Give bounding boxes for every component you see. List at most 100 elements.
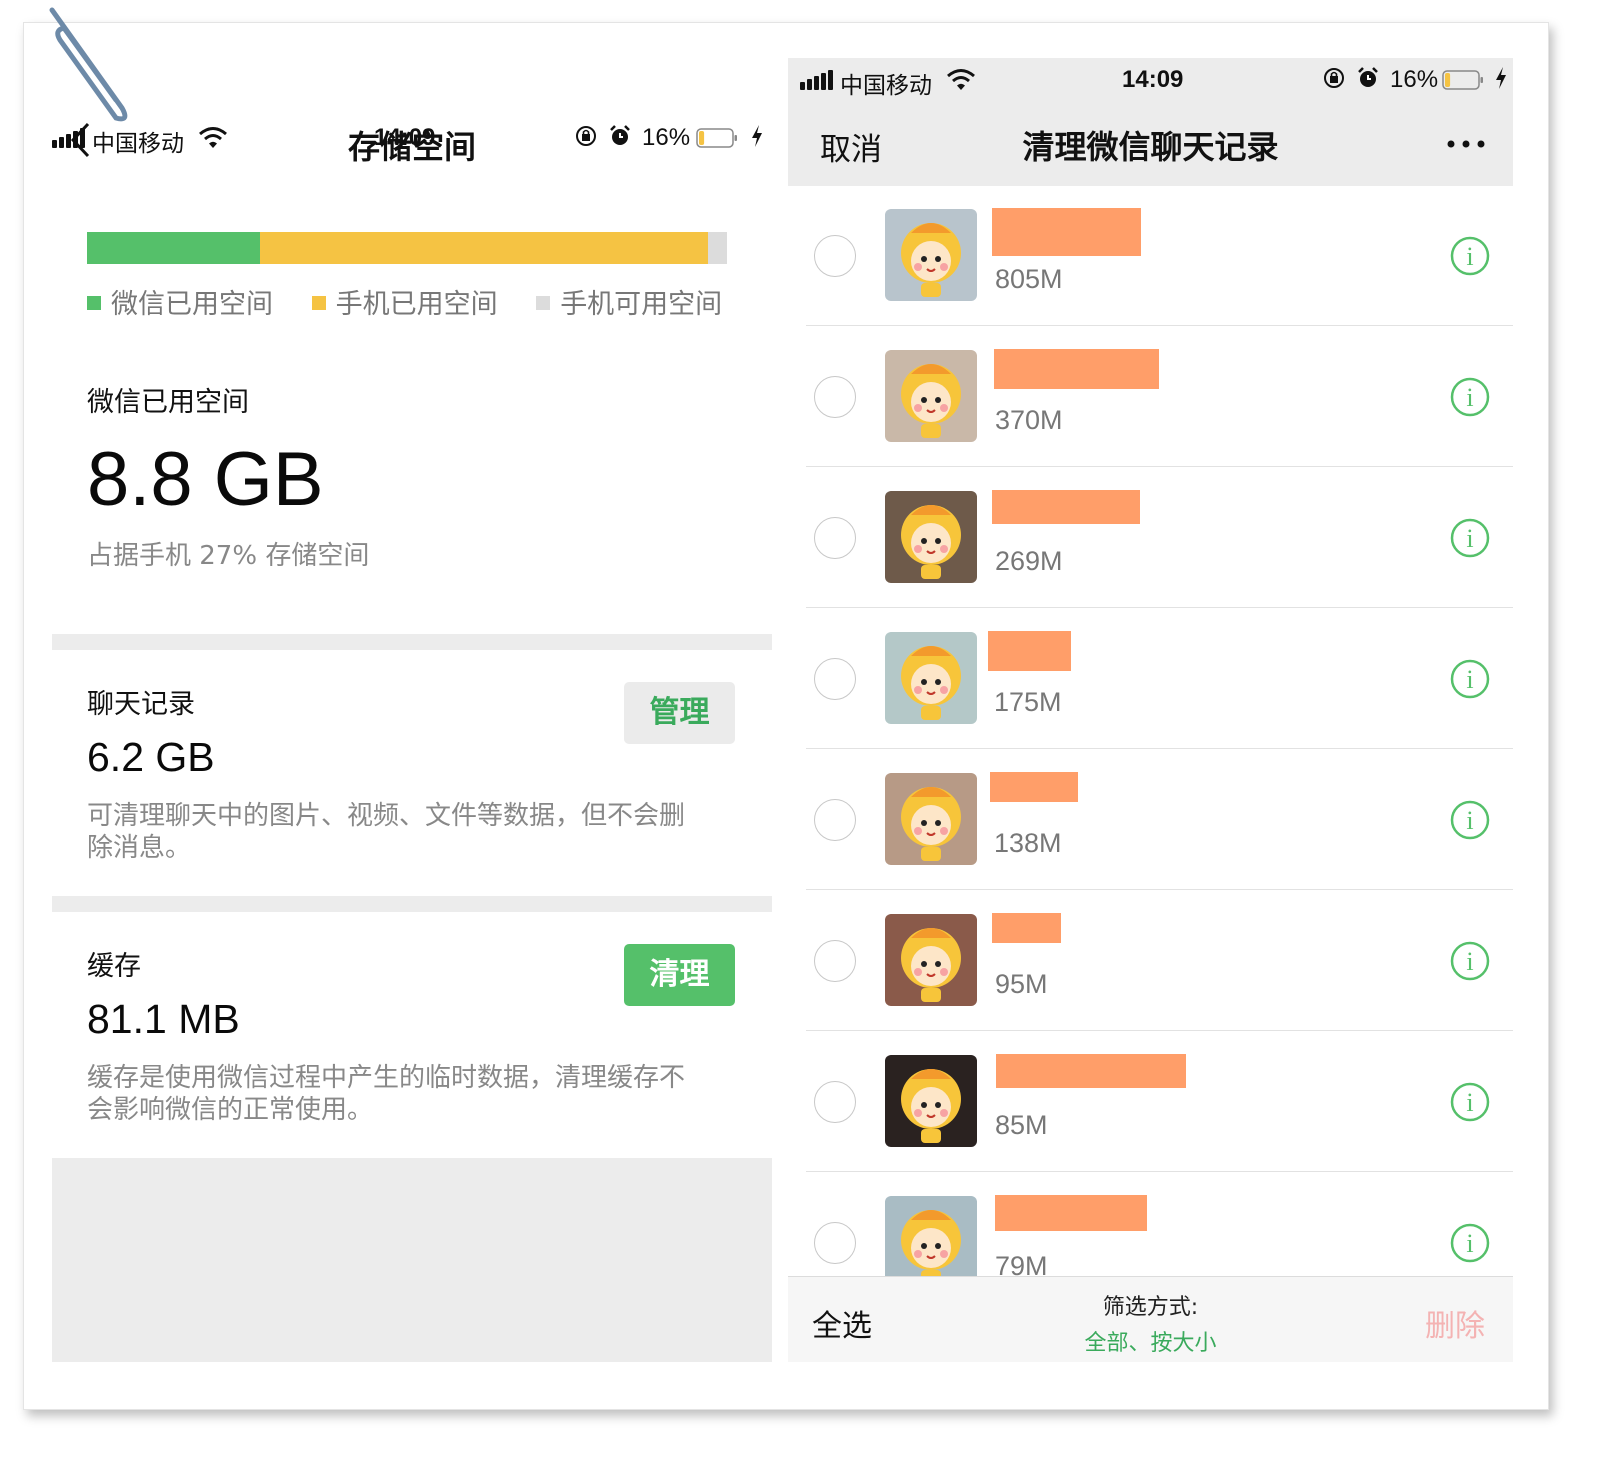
select-radio[interactable] [814,376,856,418]
manage-button[interactable]: 管理 [624,682,735,744]
redacted-chat-name [994,349,1159,389]
storage-usage-bar [87,232,727,264]
svg-text:i: i [1466,947,1473,976]
svg-text:i: i [1466,383,1473,412]
legend-item-phone-used: 手机已用空间 [311,282,498,321]
cache-label: 缓存 [87,951,141,982]
select-radio[interactable] [814,799,856,841]
legend-swatch [87,295,101,310]
wechat-used-value: 8.8 GB [87,437,324,522]
chat-row[interactable]: 269M i [788,468,1513,608]
select-radio[interactable] [814,658,856,700]
chat-records-label: 聊天记录 [87,689,195,720]
select-radio[interactable] [814,940,856,982]
avatar [885,209,977,301]
filter-value[interactable]: 全部、按大小 [788,1325,1513,1357]
select-radio[interactable] [814,1081,856,1123]
select-radio[interactable] [814,235,856,277]
info-icon[interactable]: i [1450,659,1490,699]
info-icon[interactable]: i [1450,236,1490,276]
alarm-icon [1358,67,1378,87]
wifi-icon [947,69,975,90]
chat-size: 95M [995,969,1048,999]
info-icon[interactable]: i [1450,1082,1490,1122]
chat-records-desc: 可清理聊天中的图片、视频、文件等数据，但不会删除消息。 [87,801,686,863]
phone-free-segment [707,232,727,264]
svg-text:i: i [1466,1229,1473,1258]
chat-row[interactable]: 85M i [788,1032,1513,1172]
chat-row[interactable]: 95M i [788,891,1513,1031]
redacted-chat-name [988,631,1071,671]
battery-icon [1442,70,1483,90]
info-icon[interactable]: i [1450,377,1490,417]
chat-row[interactable]: 175M i [788,609,1513,749]
page-title: 存储空间 [347,128,476,166]
redacted-chat-name [992,913,1061,943]
chat-records-size: 6.2 GB [87,734,215,780]
legend-item-phone-free: 手机可用空间 [536,282,722,321]
select-radio[interactable] [814,517,856,559]
legend-item-wechat: 微信已用空间 [87,282,273,321]
clock: 14:09 [1122,66,1184,93]
row-separator [806,1171,1513,1172]
row-separator [806,607,1513,608]
redacted-chat-name [992,208,1141,256]
wechat-used-segment [87,232,260,264]
chat-size: 805M [995,264,1063,294]
clean-cache-button[interactable]: 清理 [624,944,735,1006]
wechat-used-note: 占据手机 27% 存储空间 [87,541,370,571]
row-separator [806,325,1513,326]
avatar [885,1055,977,1147]
chat-size: 370M [995,405,1063,435]
info-icon[interactable]: i [1450,800,1490,840]
chat-row[interactable]: 805M i [788,186,1513,326]
legend-swatch [311,295,326,310]
legend-swatch [536,295,551,310]
svg-text:i: i [1466,665,1473,694]
row-separator [806,466,1513,467]
status-bar: 中国移动 14:09 16% [800,60,1510,102]
svg-text:i: i [1466,1088,1473,1117]
delete-button[interactable]: 删除 [1425,1301,1485,1345]
bottom-toolbar: 全选 筛选方式: 全部、按大小 删除 [788,1276,1513,1362]
row-separator [806,748,1513,749]
info-icon[interactable]: i [1450,518,1490,558]
row-separator [806,889,1513,890]
charging-icon [1496,67,1506,89]
storage-screen: 中国移动 14:09 16% 存储空间 微信已用空间 手机已用空间 手机可用空间… [52,58,772,1362]
cache-size: 81.1 MB [87,996,240,1042]
chat-row[interactable]: 370M i [788,327,1513,467]
chat-row[interactable]: 138M i [788,750,1513,890]
chat-size: 269M [995,546,1063,576]
chat-size: 85M [995,1110,1048,1140]
avatar [885,491,977,583]
avatar [885,773,977,865]
carrier-label: 中国移动 [840,73,932,99]
more-options-icon[interactable] [1446,138,1486,150]
page-title: 清理微信聊天记录 [1022,128,1279,166]
section-divider [52,896,772,912]
chat-size: 138M [994,828,1062,858]
chat-size: 175M [994,687,1062,717]
section-divider [52,634,772,650]
info-icon[interactable]: i [1450,941,1490,981]
storage-legend: 微信已用空间 手机已用空间 手机可用空间 [87,282,722,322]
redacted-chat-name [990,772,1078,802]
filter-control: 筛选方式: 全部、按大小 [788,1289,1513,1357]
avatar [885,350,977,442]
signal-icon [800,70,834,90]
phone-used-segment [259,232,708,264]
row-separator [806,1030,1513,1031]
redacted-chat-name [992,490,1140,524]
info-icon[interactable]: i [1450,1223,1490,1263]
cache-desc: 缓存是使用微信过程中产生的临时数据，清理缓存不会影响微信的正常使用。 [87,1063,686,1125]
clean-chats-screen: 中国移动 14:09 16% 取消 清理微信聊天记录 805M i 370M i 269… [788,58,1513,1362]
select-radio[interactable] [814,1222,856,1264]
svg-text:i: i [1466,806,1473,835]
empty-area [52,1158,772,1362]
redacted-chat-name [996,1054,1186,1088]
redacted-chat-name [995,1195,1147,1231]
battery-percent: 16% [1390,66,1439,93]
wechat-used-label: 微信已用空间 [87,387,249,418]
avatar [885,1196,977,1288]
